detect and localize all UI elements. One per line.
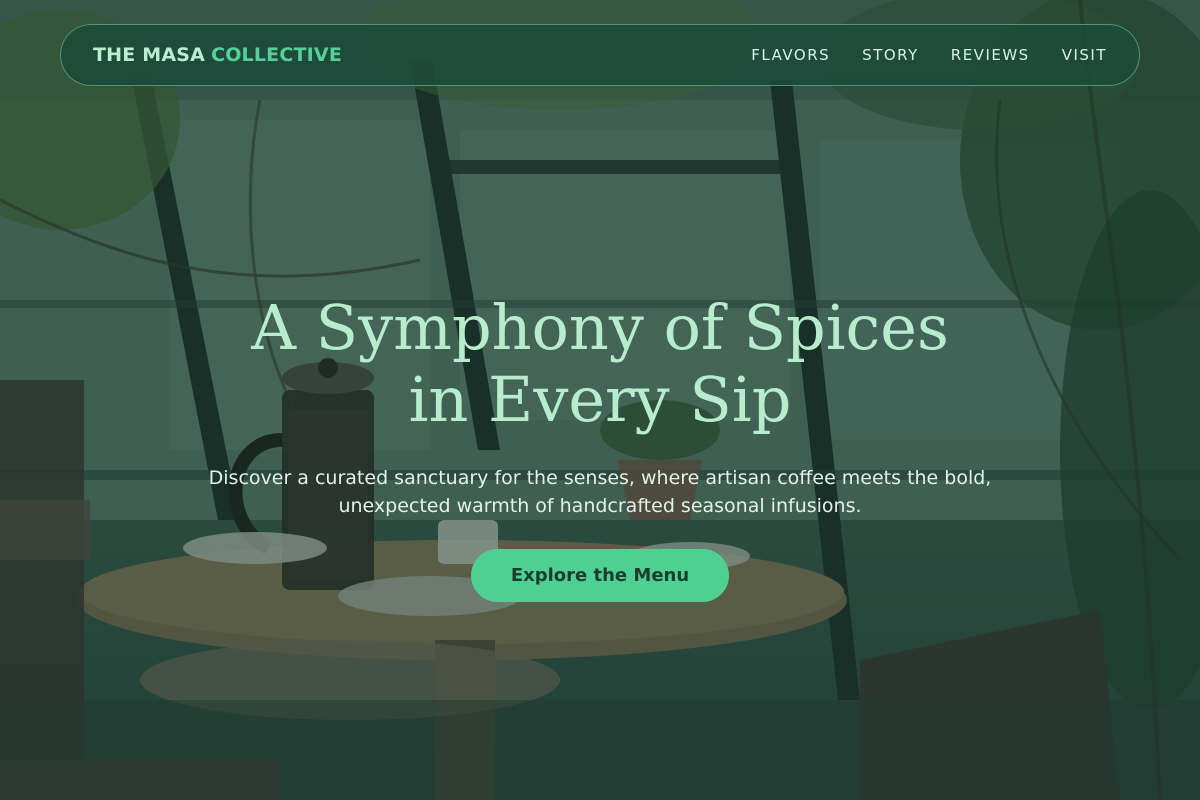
brand-name: THE MASA <box>93 44 206 66</box>
nav-link-story[interactable]: STORY <box>862 46 919 64</box>
brand-logo[interactable]: THE MASA COLLECTIVE <box>93 44 342 66</box>
nav-link-reviews[interactable]: REVIEWS <box>951 46 1030 64</box>
hero-section: A Symphony of Spices in Every Sip Discov… <box>0 292 1200 602</box>
nav-links: FLAVORS STORY REVIEWS VISIT <box>751 46 1107 64</box>
nav-link-visit[interactable]: VISIT <box>1062 46 1107 64</box>
nav-link-flavors[interactable]: FLAVORS <box>751 46 830 64</box>
main-navbar: THE MASA COLLECTIVE FLAVORS STORY REVIEW… <box>60 24 1140 86</box>
hero-title: A Symphony of Spices in Every Sip <box>251 291 949 436</box>
hero-subtitle: Discover a curated sanctuary for the sen… <box>208 467 992 517</box>
explore-menu-button[interactable]: Explore the Menu <box>471 549 729 602</box>
brand-accent: COLLECTIVE <box>211 44 343 66</box>
